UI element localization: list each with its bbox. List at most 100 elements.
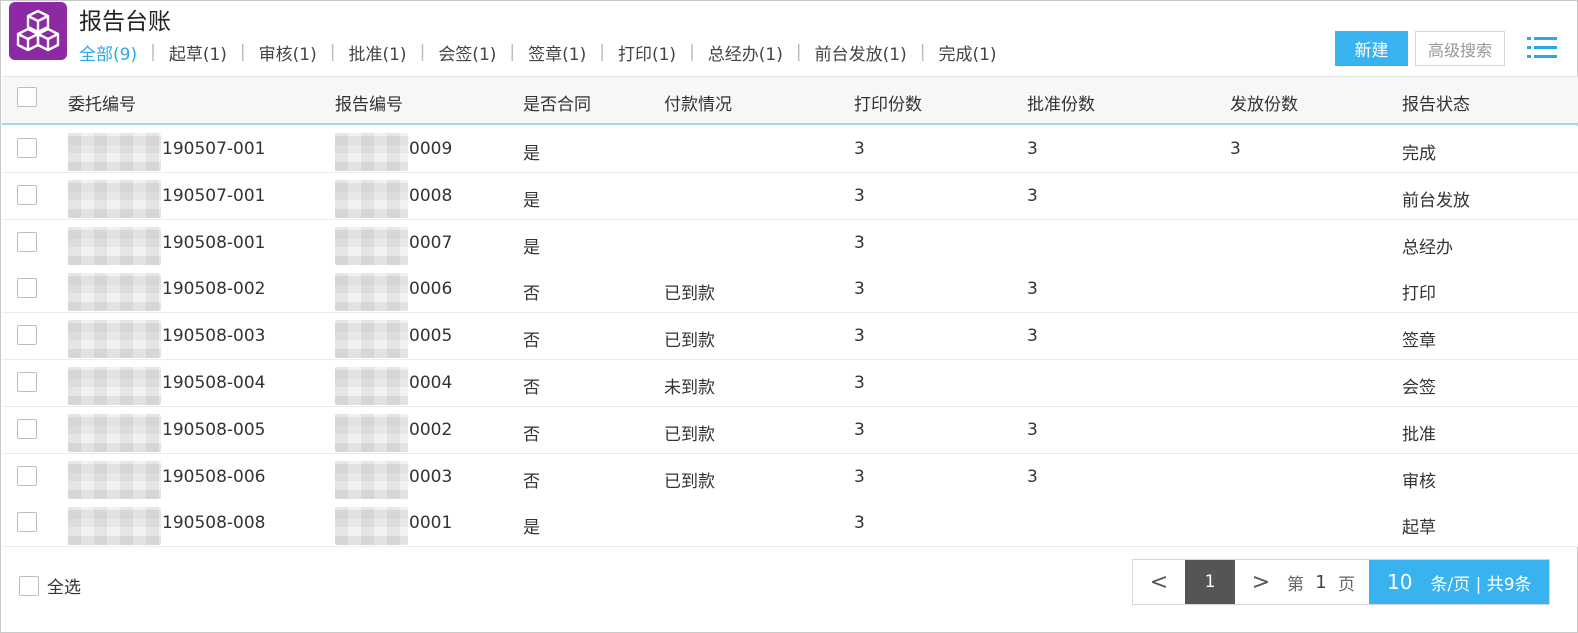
- redacted-prefix: [335, 226, 408, 265]
- cell-report-status: 起草: [1402, 518, 1436, 539]
- table-row[interactable]: 190508-003 0005 否 已到款 3 3 签章: [2, 313, 1578, 361]
- cell-report-no: 0006: [409, 279, 453, 300]
- col-contract[interactable]: 是否合同: [523, 90, 591, 115]
- row-checkbox[interactable]: [17, 231, 37, 252]
- tab-5[interactable]: 签章(1): [528, 40, 586, 65]
- row-checkbox[interactable]: [17, 138, 37, 158]
- page-number-input[interactable]: 1: [1304, 560, 1338, 604]
- cell-contract: 否: [523, 284, 540, 305]
- col-report-status[interactable]: 报告状态: [1402, 90, 1470, 115]
- table-row[interactable]: 190508-005 0002 否 已到款 3 3 批准: [2, 406, 1578, 454]
- current-page-button[interactable]: 1: [1185, 560, 1235, 604]
- select-all[interactable]: 全选: [19, 573, 81, 598]
- redacted-prefix: [68, 367, 161, 405]
- cell-print-copies: 3: [854, 466, 865, 487]
- cell-print-copies: 3: [854, 185, 865, 206]
- col-entrust-no[interactable]: 委托编号: [68, 90, 136, 115]
- cell-contract: 否: [523, 378, 540, 398]
- cell-report-no: 0005: [409, 326, 453, 347]
- table-row[interactable]: 190508-006 0003 否 已到款 3 3 审核: [2, 453, 1578, 501]
- page-prefix: 第: [1287, 574, 1304, 595]
- cell-report-status: 总经办: [1402, 237, 1453, 258]
- cell-print-copies: 3: [854, 513, 865, 534]
- table-row[interactable]: 190508-008 0001 是 3 起草: [2, 500, 1578, 548]
- table-row[interactable]: 190508-001 0007 是 3 总经办: [2, 219, 1578, 267]
- select-all-label: 全选: [47, 578, 81, 598]
- tab-separator: |: [509, 42, 516, 62]
- redacted-prefix: [68, 133, 161, 171]
- page-size-selector[interactable]: 10 条/页 | 共9条: [1369, 560, 1549, 604]
- cell-report-no: 0007: [409, 232, 453, 253]
- cell-approve-copies: 3: [1027, 139, 1038, 159]
- table-header: 委托编号 报告编号 是否合同 付款情况 打印份数 批准份数 发放份数 报告状态: [2, 76, 1578, 125]
- cell-print-copies: 3: [854, 419, 865, 440]
- row-checkbox[interactable]: [17, 184, 37, 205]
- cell-report-no: 0001: [409, 513, 453, 534]
- status-tabs: 全部(9) | 起草(1) | 审核(1) | 批准(1) | 会签(1) | 签章(1) | 打印(1…: [79, 40, 997, 65]
- table-row[interactable]: 190508-002 0006 否 已到款 3 3 打印: [2, 266, 1578, 314]
- cell-approve-copies: 3: [1027, 279, 1038, 300]
- cell-payment: 已到款: [664, 471, 715, 492]
- cell-approve-copies: 3: [1027, 185, 1038, 206]
- redacted-prefix: [335, 133, 408, 171]
- redacted-prefix: [335, 507, 408, 546]
- redacted-prefix: [335, 460, 408, 499]
- cell-entrust-no: 190508-005: [162, 419, 266, 440]
- tab-8[interactable]: 前台发放(1): [815, 40, 907, 65]
- cell-contract: 是: [523, 518, 540, 539]
- redacted-prefix: [68, 413, 161, 452]
- tab-9[interactable]: 完成(1): [938, 40, 996, 65]
- redacted-prefix: [335, 179, 408, 218]
- tab-1[interactable]: 起草(1): [169, 40, 227, 65]
- redacted-prefix: [68, 179, 161, 218]
- row-checkbox[interactable]: [17, 512, 37, 533]
- cell-contract: 是: [523, 237, 540, 258]
- cell-report-no: 0003: [409, 466, 453, 487]
- table-row[interactable]: 190507-001 0008 是 3 3 前台发放: [2, 172, 1578, 220]
- table-row[interactable]: 190508-004 0004 否 未到款 3 会签: [2, 360, 1578, 407]
- row-checkbox[interactable]: [17, 465, 37, 486]
- prev-page-button[interactable]: <: [1133, 560, 1185, 604]
- cell-issue-copies: 3: [1230, 139, 1241, 159]
- cell-payment: 已到款: [664, 331, 715, 352]
- tab-4[interactable]: 会签(1): [438, 40, 496, 65]
- new-button[interactable]: 新建: [1335, 31, 1408, 66]
- cell-report-status: 审核: [1402, 471, 1436, 492]
- row-checkbox[interactable]: [17, 418, 37, 439]
- cell-entrust-no: 190507-001: [162, 185, 266, 206]
- cell-entrust-no: 190508-008: [162, 513, 266, 534]
- select-all-checkbox[interactable]: [19, 575, 39, 596]
- redacted-prefix: [335, 320, 408, 359]
- advanced-search-button[interactable]: 高级搜索: [1415, 31, 1505, 66]
- tab-3[interactable]: 批准(1): [348, 40, 406, 65]
- col-issue-copies[interactable]: 发放份数: [1230, 90, 1298, 115]
- redacted-prefix: [68, 273, 161, 312]
- table-row[interactable]: 190507-001 0009 是 3 3 3 完成: [2, 126, 1578, 173]
- row-checkbox[interactable]: [17, 325, 37, 346]
- page-summary: 条/页 | 共9条: [1430, 574, 1532, 595]
- cell-entrust-no: 190508-004: [162, 373, 266, 393]
- col-report-no[interactable]: 报告编号: [335, 90, 403, 115]
- cell-report-no: 0009: [409, 139, 453, 159]
- list-menu-icon[interactable]: [1527, 35, 1557, 61]
- tab-7[interactable]: 总经办(1): [708, 40, 783, 65]
- col-print-copies[interactable]: 打印份数: [854, 90, 922, 115]
- tab-6[interactable]: 打印(1): [618, 40, 676, 65]
- page-suffix: 页: [1338, 574, 1355, 595]
- tab-2[interactable]: 审核(1): [259, 40, 317, 65]
- col-approve-copies[interactable]: 批准份数: [1027, 90, 1095, 115]
- header-checkbox[interactable]: [17, 87, 37, 107]
- pagination: < 1 > 第 1 页 10 条/页 | 共9条: [1132, 559, 1550, 605]
- tab-separator: |: [689, 42, 695, 62]
- cell-entrust-no: 190508-006: [162, 466, 266, 487]
- row-checkbox[interactable]: [17, 278, 37, 299]
- cell-print-copies: 3: [854, 279, 865, 300]
- tab-separator: |: [795, 42, 802, 62]
- tab-0[interactable]: 全部(9): [79, 40, 137, 65]
- row-checkbox[interactable]: [17, 372, 37, 392]
- cell-approve-copies: 3: [1027, 419, 1038, 440]
- cell-approve-copies: 3: [1027, 466, 1038, 487]
- col-payment[interactable]: 付款情况: [664, 90, 732, 115]
- next-page-button[interactable]: >: [1235, 560, 1287, 604]
- cell-entrust-no: 190508-003: [162, 326, 266, 347]
